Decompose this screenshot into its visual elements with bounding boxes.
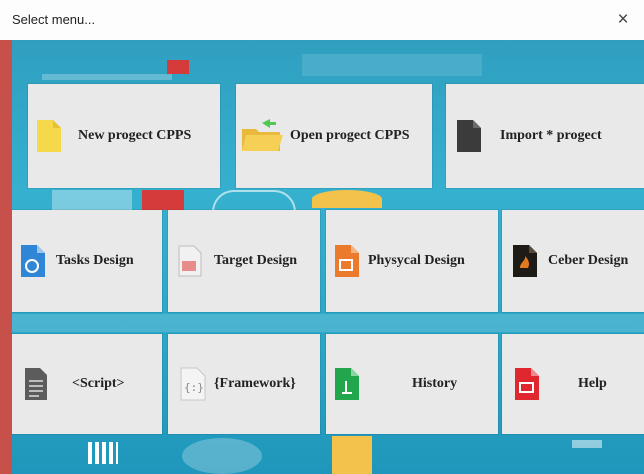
- background-decoration: [572, 440, 602, 448]
- dark-file-icon: [457, 120, 481, 152]
- background-decoration: [167, 60, 189, 74]
- background-decoration: [142, 190, 184, 210]
- tile-label: Target Design: [214, 253, 298, 268]
- close-icon[interactable]: ×: [612, 9, 634, 31]
- tile-label: Open progect CPPS: [290, 128, 410, 143]
- background-decoration: [12, 314, 644, 332]
- import-project-button[interactable]: Import * progect: [446, 84, 644, 188]
- yellow-file-icon: [37, 120, 61, 152]
- help-button[interactable]: Help: [502, 334, 644, 434]
- new-project-button[interactable]: New progect CPPS: [28, 84, 220, 188]
- script-file-icon: [25, 368, 47, 400]
- tile-label: History: [412, 376, 458, 391]
- background-decoration: [42, 74, 172, 80]
- left-accent-bar: [0, 40, 12, 474]
- red-document-icon: [515, 368, 539, 400]
- target-design-button[interactable]: Target Design: [168, 210, 320, 312]
- background-decoration: [88, 442, 118, 464]
- script-button[interactable]: <Script>: [12, 334, 162, 434]
- tile-label: New progect CPPS: [78, 128, 192, 143]
- menu-canvas: New progect CPPS Open progect CPPS Impor…: [12, 40, 644, 474]
- title-bar: Select menu... ×: [0, 0, 644, 40]
- physical-design-button[interactable]: Physycal Design: [326, 210, 498, 312]
- open-folder-icon: [242, 119, 283, 151]
- background-decoration: [212, 190, 296, 212]
- window-title: Select menu...: [12, 12, 96, 27]
- tile-label: Import * progect: [500, 128, 602, 143]
- tile-label: {Framework}: [214, 376, 296, 391]
- background-decoration: [182, 438, 262, 474]
- black-document-icon: [513, 245, 537, 277]
- background-decoration: [332, 436, 372, 474]
- background-decoration: [52, 190, 132, 210]
- tile-label: <Script>: [72, 376, 125, 391]
- tile-label: Ceber Design: [548, 253, 629, 268]
- svg-text:{:}: {:}: [184, 381, 204, 394]
- background-decoration: [302, 54, 482, 76]
- background-decoration: [312, 190, 382, 208]
- braces-file-icon: {:}: [180, 367, 206, 401]
- blue-document-icon: [21, 245, 45, 277]
- tasks-design-button[interactable]: Tasks Design: [12, 210, 162, 312]
- gray-document-icon: [178, 245, 202, 277]
- tile-label: Help: [578, 376, 607, 391]
- ceber-design-button[interactable]: Ceber Design: [502, 210, 644, 312]
- tile-label: Tasks Design: [56, 253, 134, 268]
- open-project-button[interactable]: Open progect CPPS: [236, 84, 432, 188]
- history-button[interactable]: History: [326, 334, 498, 434]
- tile-label: Physycal Design: [368, 253, 465, 268]
- green-document-icon: [335, 368, 359, 400]
- orange-document-icon: [335, 245, 359, 277]
- framework-button[interactable]: {:} {Framework}: [168, 334, 320, 434]
